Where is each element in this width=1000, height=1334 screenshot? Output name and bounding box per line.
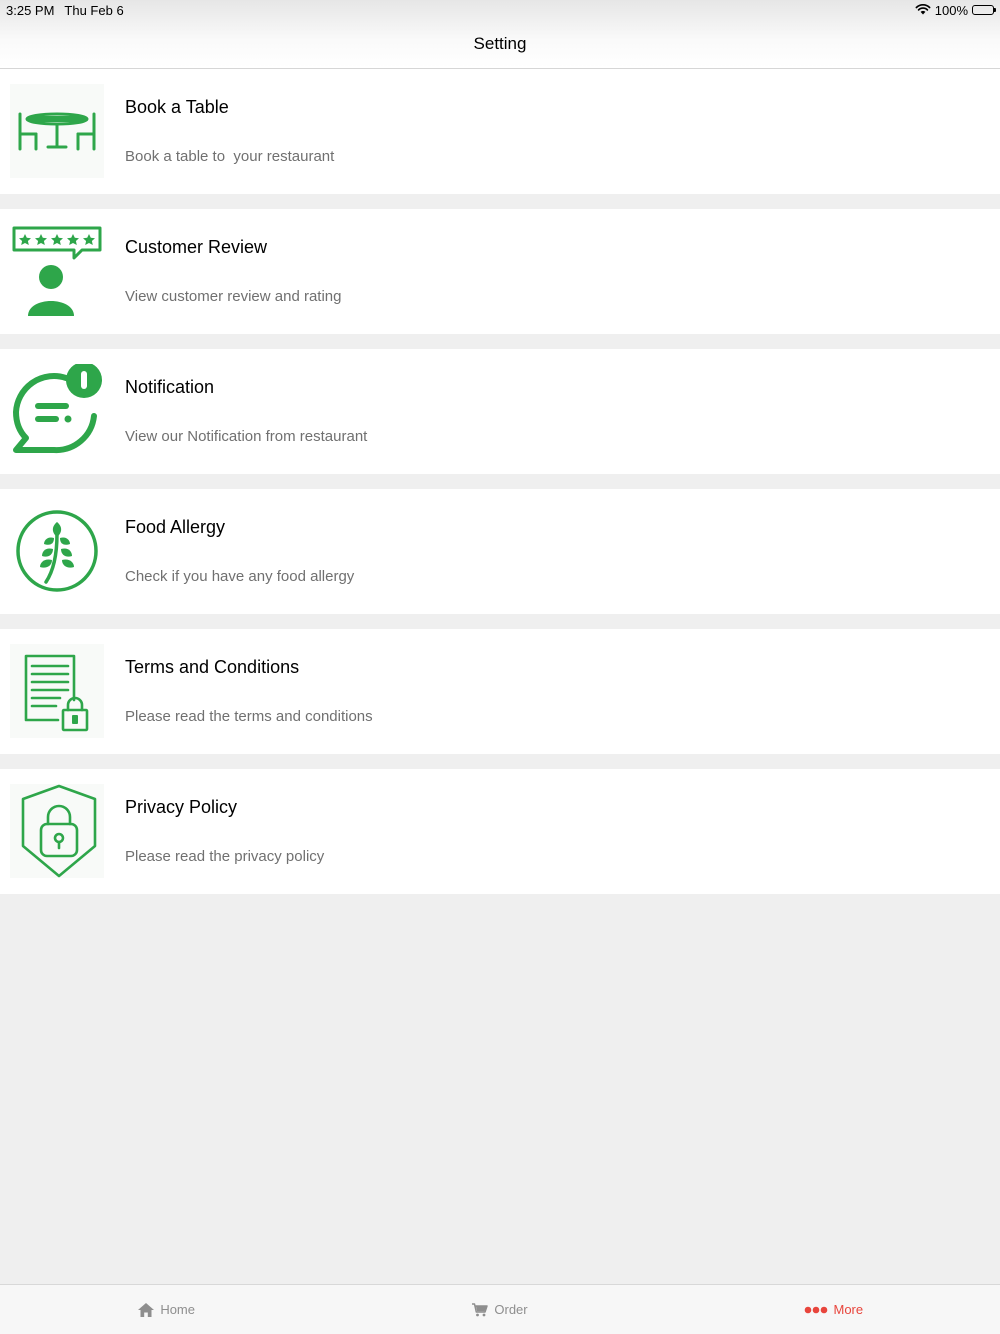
settings-item-subtitle: View our Notification from restaurant (125, 428, 368, 445)
battery-icon (972, 5, 996, 15)
settings-item-food-allergy[interactable]: Food Allergy Check if you have any food … (0, 489, 1000, 614)
settings-item-title: Food Allergy (125, 517, 226, 537)
tab-home-label: Home (160, 1302, 195, 1317)
page-title: Setting (473, 34, 527, 53)
notification-chat-icon (10, 364, 104, 458)
settings-item-book-table[interactable]: Book a Table Book a table to your restau… (0, 69, 1000, 194)
tab-bar: Home Order More (0, 1284, 1000, 1334)
tab-home[interactable]: Home (0, 1285, 333, 1334)
shield-lock-icon (10, 784, 104, 878)
wheat-allergy-icon (10, 504, 104, 598)
home-icon (138, 1302, 155, 1317)
battery-percent: 100% (934, 2, 968, 18)
status-bar: 3:25 PM Thu Feb 6 100% (0, 0, 1000, 20)
settings-item-title: Terms and Conditions (125, 657, 300, 677)
settings-item-subtitle: Please read the privacy policy (125, 848, 325, 865)
settings-item-title: Notification (125, 377, 215, 397)
status-time: 3:25 PM (6, 2, 55, 18)
tab-order-label: Order (494, 1302, 528, 1317)
tab-order[interactable]: Order (333, 1285, 666, 1334)
settings-item-subtitle: Please read the terms and conditions (125, 708, 373, 725)
settings-item-title: Customer Review (125, 237, 268, 257)
settings-item-subtitle: Book a table to your restaurant (125, 148, 335, 165)
settings-item-title: Privacy Policy (125, 797, 238, 817)
settings-list: Book a Table Book a table to your restau… (0, 69, 1000, 909)
settings-item-notification[interactable]: Notification View our Notification from … (0, 349, 1000, 474)
dining-table-icon (10, 84, 104, 178)
cart-icon (472, 1302, 489, 1317)
tab-more-label: More (833, 1302, 864, 1317)
wifi-icon (915, 3, 931, 18)
tab-more[interactable]: More (667, 1285, 1000, 1334)
more-dots-icon (804, 1306, 828, 1314)
status-date: Thu Feb 6 (64, 2, 124, 18)
settings-item-title: Book a Table (125, 97, 229, 117)
settings-item-customer-review[interactable]: Customer Review View customer review and… (0, 209, 1000, 334)
settings-item-terms[interactable]: Terms and Conditions Please read the ter… (0, 629, 1000, 754)
settings-item-privacy-policy[interactable]: Privacy Policy Please read the privacy p… (0, 769, 1000, 894)
settings-item-subtitle: Check if you have any food allergy (125, 568, 355, 585)
customer-review-icon (10, 224, 104, 318)
document-lock-icon (10, 644, 104, 738)
settings-item-subtitle: View customer review and rating (125, 288, 342, 305)
